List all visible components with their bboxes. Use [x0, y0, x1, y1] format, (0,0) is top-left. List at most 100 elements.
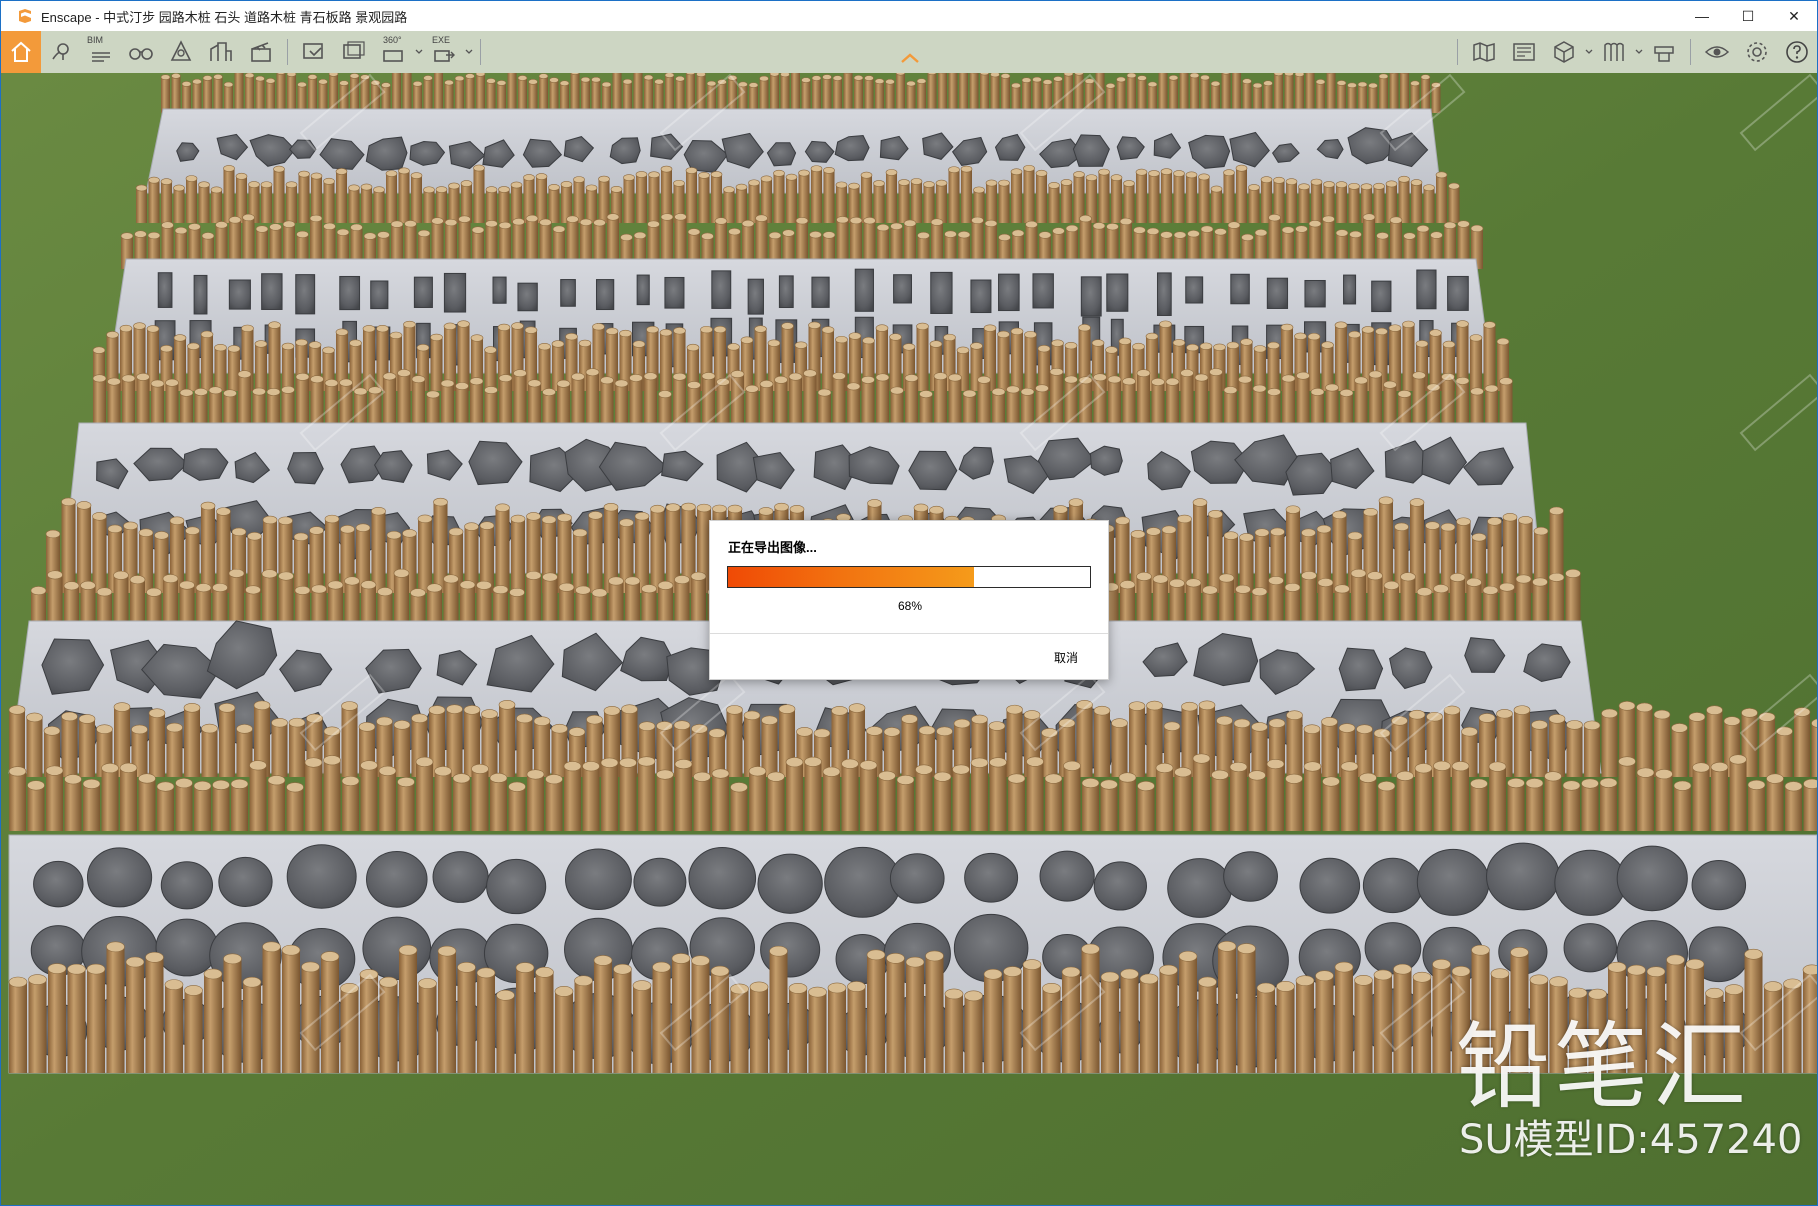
material-editor-button[interactable]: [1504, 31, 1544, 73]
log-post: [1211, 774, 1229, 831]
log-top: [138, 528, 154, 537]
log-post: [832, 376, 846, 429]
panorama-button[interactable]: 360°: [374, 31, 414, 73]
log-top: [223, 389, 237, 398]
log-post: [822, 77, 832, 113]
log-post: [1267, 345, 1280, 391]
log-top: [556, 379, 571, 388]
log-top: [634, 512, 650, 521]
log-post: [1655, 774, 1673, 831]
log-top: [1263, 80, 1273, 87]
log-top: [1119, 217, 1133, 226]
log-top: [848, 703, 866, 713]
bim-button[interactable]: BIM: [81, 31, 121, 73]
log-top: [1461, 726, 1478, 737]
cancel-button[interactable]: 取消: [1054, 649, 1078, 666]
log-top: [510, 514, 526, 524]
log-top: [324, 514, 340, 524]
position-button[interactable]: [41, 31, 81, 73]
home-icon: [11, 41, 31, 62]
log-top: [1531, 720, 1548, 730]
help-button[interactable]: [1777, 31, 1817, 73]
log-top: [1470, 778, 1488, 789]
collapse-toolbar-icon[interactable]: [899, 51, 921, 65]
log-top: [476, 967, 496, 979]
log-top: [1091, 339, 1105, 347]
views-button[interactable]: [1544, 31, 1584, 73]
log-top: [43, 726, 61, 736]
log-post: [146, 592, 162, 623]
log-top: [619, 329, 632, 338]
log-post: [570, 72, 580, 113]
log-post: [1179, 70, 1189, 113]
log-top: [398, 944, 418, 956]
maximize-button[interactable]: ☐: [1725, 1, 1771, 31]
close-button[interactable]: ✕: [1771, 1, 1817, 31]
round-stone: [1554, 849, 1627, 916]
log-post: [1169, 583, 1185, 623]
log-post: [1526, 783, 1543, 831]
log-top: [675, 75, 685, 82]
slab-stone: [295, 274, 316, 315]
site-context-button[interactable]: [201, 31, 241, 73]
log-post: [971, 762, 988, 831]
log-post: [938, 70, 947, 113]
settings-button[interactable]: [1737, 31, 1777, 73]
log-top: [1035, 384, 1049, 393]
round-stone: [824, 846, 902, 918]
views-dropdown[interactable]: [1584, 31, 1594, 73]
log-top: [1051, 339, 1064, 347]
home-button[interactable]: [1, 31, 41, 73]
log-top: [538, 73, 549, 79]
log-post: [1276, 986, 1295, 1073]
enscape-window: Enscape - 中式汀步 园路木桩 石头 道路木桩 青石板路 景观园路 — …: [0, 0, 1818, 1206]
log-top: [919, 390, 933, 399]
screenshot-button[interactable]: [294, 31, 334, 73]
batch-render-button[interactable]: [334, 31, 374, 73]
library-dropdown[interactable]: [1634, 31, 1644, 73]
library-button[interactable]: [1594, 31, 1634, 73]
log-post: [1411, 182, 1422, 223]
log-post: [97, 591, 112, 623]
log-top: [123, 521, 138, 531]
log-top: [890, 222, 903, 230]
exe-export-button[interactable]: EXE: [424, 31, 464, 73]
slab-stone: [1106, 273, 1129, 312]
log-post: [416, 761, 433, 831]
log-post: [1248, 775, 1266, 831]
flag-stone: [1338, 647, 1384, 692]
map-button[interactable]: [1464, 31, 1504, 73]
log-post: [945, 993, 963, 1073]
log-top: [727, 343, 740, 351]
visual-settings-button[interactable]: [1697, 31, 1737, 73]
chevron-down-icon: [1585, 49, 1593, 54]
log-post: [925, 955, 944, 1073]
log-top: [323, 177, 335, 185]
log-top: [674, 575, 690, 585]
log-top: [572, 528, 588, 538]
log-post: [1322, 781, 1340, 831]
minimize-button[interactable]: —: [1679, 1, 1725, 31]
log-top: [113, 570, 129, 580]
log-post: [1378, 786, 1395, 831]
asset-library-button[interactable]: [161, 31, 201, 73]
log-top: [160, 344, 173, 353]
log-top: [1400, 572, 1416, 582]
walk-mode-button[interactable]: [121, 31, 161, 73]
log-post: [1268, 580, 1284, 623]
log-top: [203, 968, 223, 980]
video-path-button[interactable]: [1644, 31, 1684, 73]
log-top: [1518, 516, 1533, 525]
log-post: [229, 573, 244, 623]
log-post: [187, 346, 200, 391]
log-top: [1010, 168, 1023, 176]
panorama-dropdown[interactable]: [414, 31, 424, 73]
log-top: [350, 223, 363, 232]
export-dropdown[interactable]: [464, 31, 474, 73]
video-editor-button[interactable]: [241, 31, 281, 73]
log-post: [687, 385, 701, 429]
log-post: [1111, 723, 1128, 777]
log-top: [1251, 587, 1268, 597]
log-top: [760, 175, 773, 183]
slab-stone: [1080, 276, 1102, 317]
